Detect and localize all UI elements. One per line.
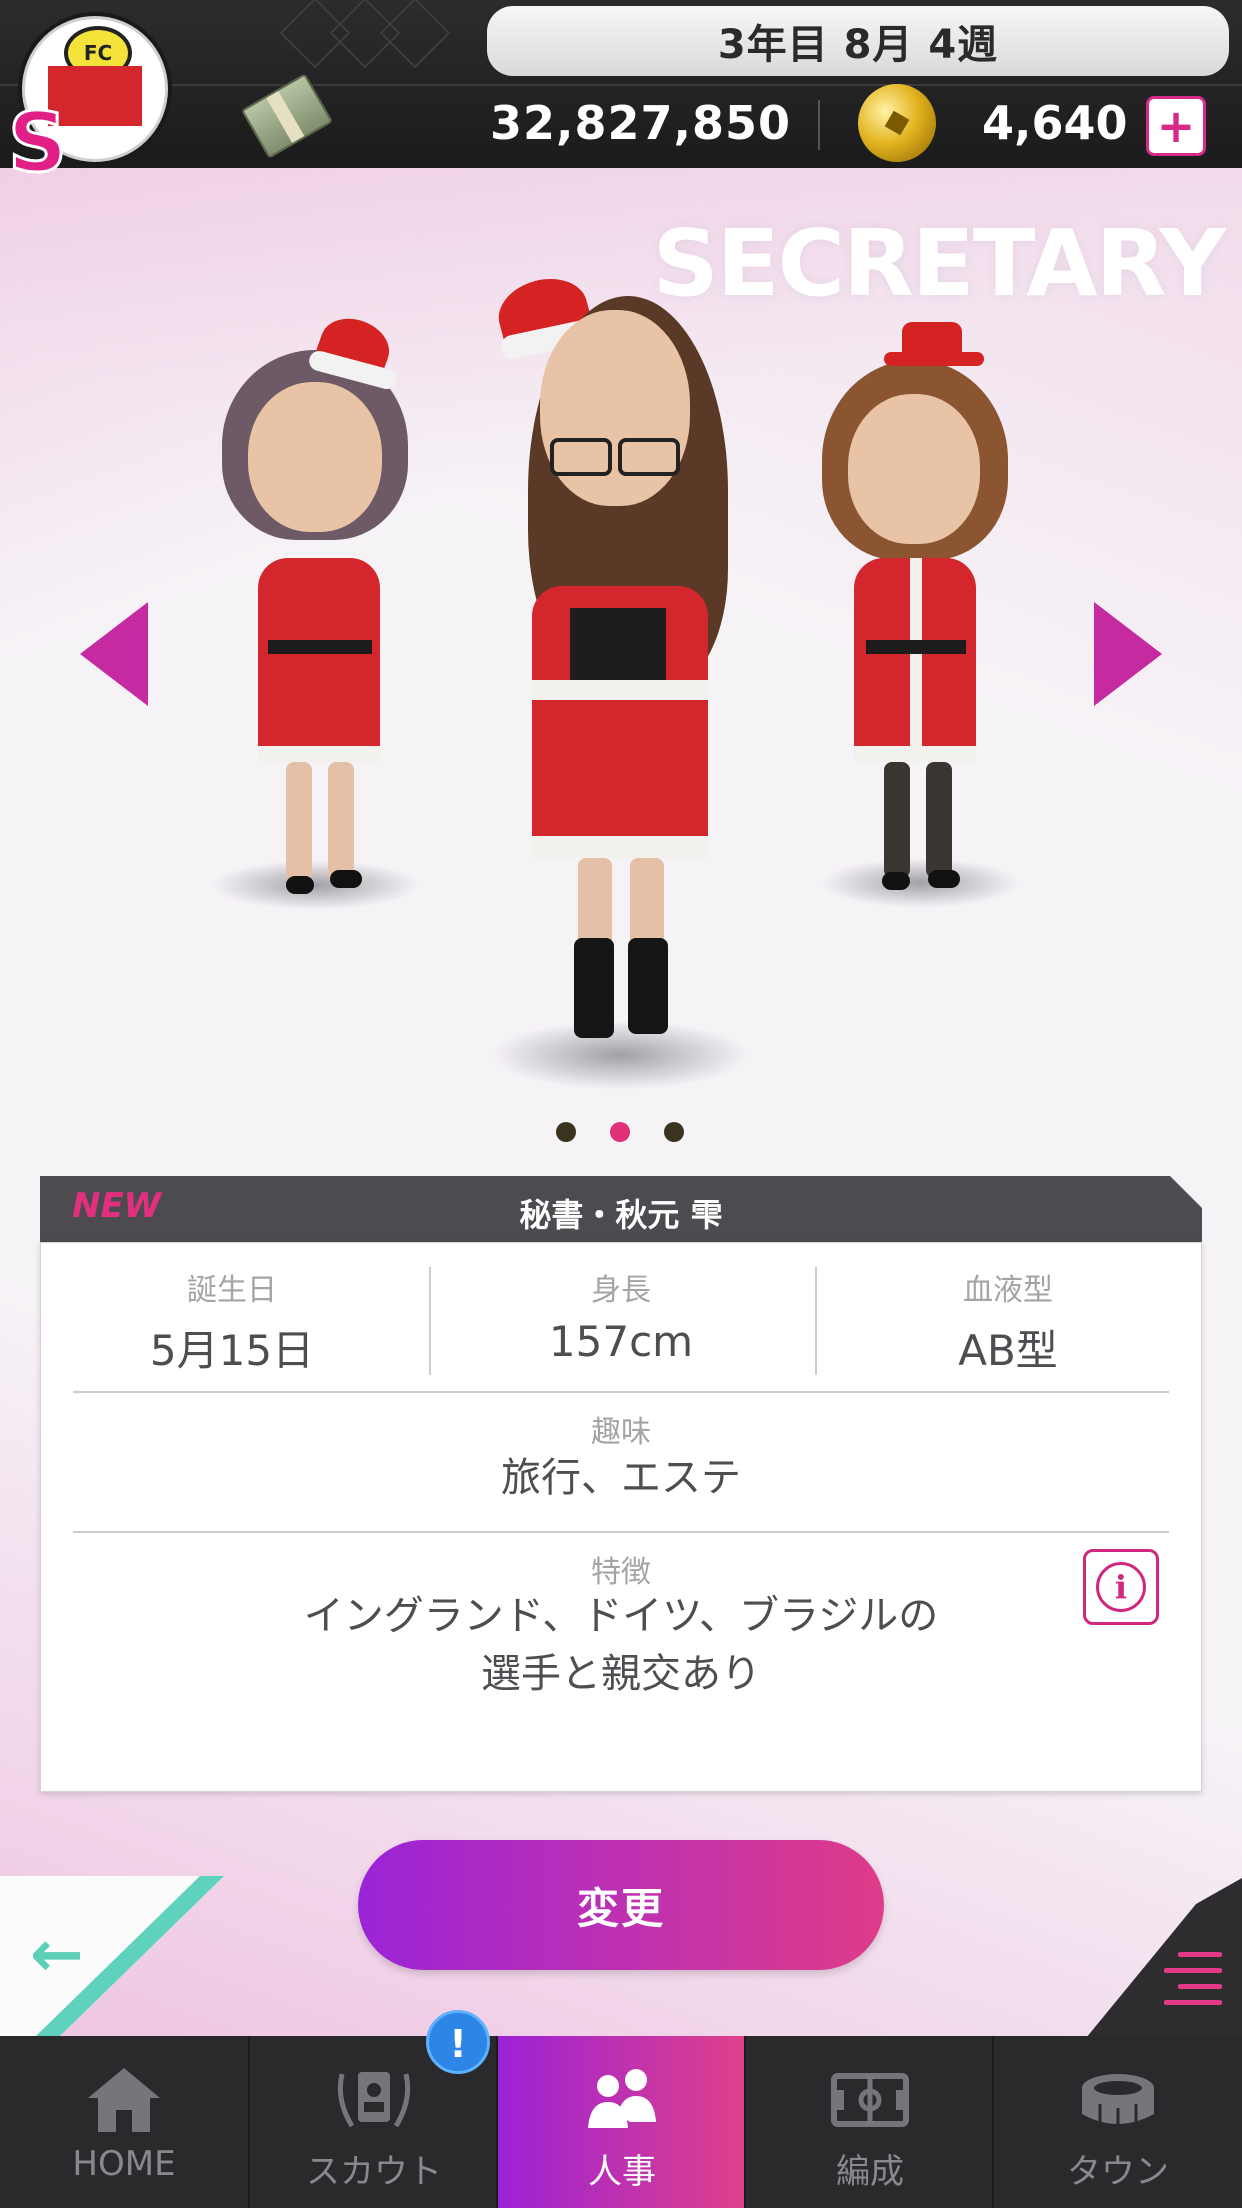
stat-height: 身長 157cm xyxy=(430,1265,812,1366)
scout-alert-badge: ! xyxy=(426,2010,490,2074)
money-value: 32,827,850 xyxy=(490,96,792,150)
home-icon xyxy=(88,2068,160,2132)
nav-label: 人事 xyxy=(588,2152,656,2192)
formation-icon xyxy=(831,2073,909,2127)
info-button[interactable]: i xyxy=(1083,1549,1159,1625)
feature-line-1: イングランド、ドイツ、ブラジルの xyxy=(303,1593,939,1639)
carousel-dot-active[interactable] xyxy=(610,1122,630,1142)
add-coins-button[interactable]: + xyxy=(1146,96,1206,156)
topbar-divider xyxy=(0,84,1242,86)
coin-icon xyxy=(858,84,936,162)
carousel-dot[interactable] xyxy=(556,1122,576,1142)
coin-value: 4,640 xyxy=(982,96,1128,150)
hobby-value: 旅行、エステ xyxy=(501,1455,741,1501)
town-icon xyxy=(1082,2074,1154,2126)
stat-value: AB型 xyxy=(958,1326,1058,1375)
nav-home[interactable]: HOME xyxy=(0,2036,248,2208)
nav-town[interactable]: タウン xyxy=(994,2036,1242,2208)
hobby-label: 趣味 xyxy=(591,1415,651,1450)
bottom-nav: HOME スカウト 人事 編成 タウン xyxy=(0,2036,1242,2208)
nav-label: HOME xyxy=(72,2144,176,2184)
nav-label: 編成 xyxy=(836,2152,904,2192)
feature-label: 特徴 xyxy=(591,1555,651,1590)
previous-arrow-icon[interactable] xyxy=(80,602,148,706)
top-status-bar: 3年目 8月 4週 32,827,850 4,640 + xyxy=(0,0,1242,168)
back-arrow-icon[interactable]: ← xyxy=(30,1918,84,1992)
stat-label: 誕生日 xyxy=(187,1273,277,1308)
decor-diamond xyxy=(379,0,451,69)
stat-value: 157cm xyxy=(548,1317,694,1366)
info-icon: i xyxy=(1096,1562,1146,1612)
nav-label: スカウト xyxy=(306,2152,442,2192)
personnel-icon xyxy=(588,2069,656,2128)
secretary-avatar-left[interactable] xyxy=(200,300,430,920)
carousel-dot[interactable] xyxy=(664,1122,684,1142)
feature-line-2: 選手と親交あり xyxy=(481,1651,761,1697)
row-divider xyxy=(73,1531,1169,1533)
nav-formation[interactable]: 編成 xyxy=(746,2036,994,2208)
stat-birthday: 誕生日 5月15日 xyxy=(41,1265,423,1378)
currency-divider xyxy=(818,100,820,150)
profile-card-header: NEW 秘書・秋元 雫 xyxy=(40,1176,1202,1242)
change-button[interactable]: 変更 xyxy=(358,1840,884,1970)
stat-label: 血液型 xyxy=(963,1273,1053,1308)
secretary-name: 秘書・秋元 雫 xyxy=(519,1196,723,1234)
game-date: 3年目 8月 4週 xyxy=(487,6,1229,76)
next-arrow-icon[interactable] xyxy=(1094,602,1162,706)
nav-label: タウン xyxy=(1067,2152,1169,2192)
secretary-avatar-right[interactable] xyxy=(810,310,1030,920)
club-rank-badge: S xyxy=(6,95,68,193)
secretary-avatar-center[interactable] xyxy=(470,269,770,1100)
money-icon xyxy=(240,73,334,159)
row-divider xyxy=(73,1391,1169,1393)
stat-label: 身長 xyxy=(591,1273,651,1308)
stat-value: 5月15日 xyxy=(149,1326,315,1375)
stat-blood-type: 血液型 AB型 xyxy=(817,1265,1199,1378)
scout-icon xyxy=(337,2072,411,2128)
profile-card: 誕生日 5月15日 身長 157cm 血液型 AB型 趣味 旅行、エステ 特徴 … xyxy=(40,1242,1202,1792)
nav-personnel[interactable]: 人事 xyxy=(498,2036,746,2208)
